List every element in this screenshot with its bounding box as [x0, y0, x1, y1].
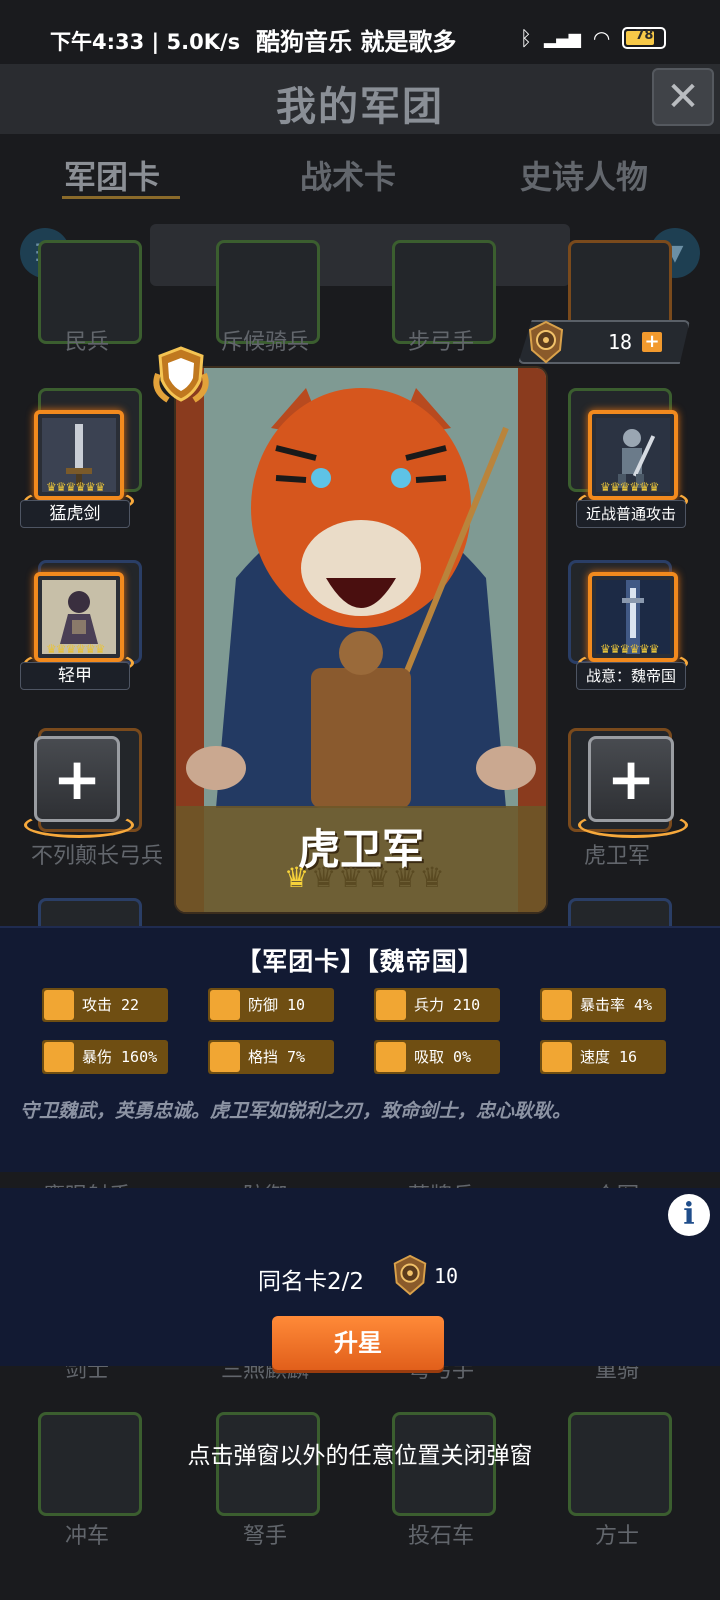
- stat-defense: 防御 10: [208, 988, 334, 1022]
- stat-crit-rate-text: 暴击率 4%: [580, 996, 653, 1014]
- heart-icon: [376, 990, 406, 1020]
- card-description: 守卫魏武，英勇忠诚。虎卫军如锐利之刃，致命剑士，忠心耿耿。: [20, 1100, 572, 1122]
- shield-badge-icon: [153, 346, 209, 403]
- grid-label: 冲车: [64, 1524, 109, 1549]
- equip-label-armor: 轻甲: [20, 662, 130, 690]
- currency-count: 18: [608, 330, 633, 354]
- bluetooth-icon: ᛒ: [520, 26, 532, 50]
- currency-counter: 18 +: [518, 320, 690, 364]
- equip-slot-armor[interactable]: ♛♛♛♛♛♛: [34, 572, 124, 662]
- star-up-cost: 10: [434, 1264, 459, 1288]
- close-button[interactable]: ✕: [652, 68, 714, 126]
- slot-glow: [578, 812, 688, 838]
- battery-percent: 78: [635, 28, 654, 43]
- stat-crit-damage: 暴伤 160%: [42, 1040, 168, 1074]
- crown-filled-icon: ♛: [284, 861, 310, 894]
- status-time: 下午4:33 | 5.0K/s: [50, 30, 241, 54]
- boot-icon: [542, 1042, 572, 1072]
- equip-slot-weapon[interactable]: ♛♛♛♛♛♛: [34, 410, 124, 500]
- block-shield-icon: [210, 1042, 240, 1072]
- stat-block: 格挡 7%: [208, 1040, 334, 1074]
- crown-empty-icon: ♛: [338, 861, 364, 894]
- equip-label-attack: 近战普通攻击: [576, 500, 686, 528]
- tab-bar: 军团卡 战术卡 史诗人物: [0, 140, 720, 220]
- crown-empty-icon: ♛: [419, 861, 445, 894]
- grid-label: 虎卫军: [583, 844, 650, 869]
- card-info-panel: 【军团卡】【魏帝国】 攻击 22 防御 10 兵力 210 暴击率 4% 暴伤 …: [0, 926, 720, 1172]
- add-slot-left[interactable]: +: [34, 736, 120, 822]
- slot-glow: [24, 812, 134, 838]
- plus-icon: +: [606, 745, 656, 813]
- page-title: 我的军团: [276, 84, 444, 130]
- sword-icon: [44, 990, 74, 1020]
- card-type-heading: 【军团卡】【魏帝国】: [236, 947, 484, 976]
- equip-slot-attack[interactable]: ♛♛♛♛♛♛: [588, 410, 678, 500]
- grid-label: 弩手: [242, 1524, 287, 1549]
- card-star-rating: ♛ ♛ ♛ ♛ ♛ ♛: [284, 864, 445, 892]
- status-icons: ᛒ ▂▄▆ ◠ 78: [520, 26, 667, 50]
- stat-block-text: 格挡 7%: [248, 1048, 306, 1066]
- legion-card: 虎卫军 ♛ ♛ ♛ ♛ ♛ ♛: [176, 368, 546, 912]
- info-icon[interactable]: i: [668, 1194, 710, 1236]
- active-tab-underline: [62, 196, 180, 199]
- add-slot-right[interactable]: +: [588, 736, 674, 822]
- stat-speed-text: 速度 16: [580, 1048, 638, 1066]
- tab-legion-cards[interactable]: 军团卡: [64, 152, 160, 198]
- grid-label: 不列颠长弓兵: [30, 844, 163, 869]
- burst-icon: [44, 1042, 74, 1072]
- duplicate-card-count: 同名卡2/2: [258, 1269, 365, 1295]
- drain-icon: [376, 1042, 406, 1072]
- equip-label-morale: 战意：魏帝国: [576, 662, 686, 690]
- plus-icon[interactable]: +: [642, 332, 662, 352]
- plus-icon: +: [52, 745, 102, 813]
- grid-label: 投石车: [407, 1524, 474, 1549]
- tab-tactic-cards[interactable]: 战术卡: [300, 152, 396, 198]
- grid-label: 方士: [594, 1524, 639, 1549]
- star-up-button[interactable]: 升星: [272, 1316, 444, 1370]
- stat-crit-rate: 暴击率 4%: [540, 988, 666, 1022]
- close-popup-hint: 点击弹窗以外的任意位置关闭弹窗: [187, 1443, 533, 1469]
- crown-empty-icon: ♛: [311, 861, 337, 894]
- stat-troops: 兵力 210: [374, 988, 500, 1022]
- status-notification: 酷狗音乐 就是歌多: [256, 28, 457, 56]
- crown-empty-icon: ♛: [392, 861, 418, 894]
- equip-slot-morale[interactable]: ♛♛♛♛♛♛: [588, 572, 678, 662]
- crest-medal-icon: [393, 1254, 427, 1296]
- stat-troops-text: 兵力 210: [414, 996, 481, 1014]
- target-icon: [542, 990, 572, 1020]
- grid-label: 民兵: [64, 330, 109, 355]
- crown-empty-icon: ♛: [365, 861, 391, 894]
- search-input[interactable]: [150, 224, 570, 286]
- signal-icon: ▂▄▆: [544, 28, 581, 48]
- wifi-icon: ◠: [592, 26, 611, 50]
- status-bar: 下午4:33 | 5.0K/s 酷狗音乐 就是歌多 ᛒ ▂▄▆ ◠ 78: [0, 0, 720, 64]
- shield-icon: [210, 990, 240, 1020]
- stat-attack: 攻击 22: [42, 988, 168, 1022]
- stat-defense-text: 防御 10: [248, 996, 306, 1014]
- close-icon: ✕: [666, 74, 700, 120]
- stat-crit-damage-text: 暴伤 160%: [82, 1048, 158, 1066]
- stat-drain: 吸取 0%: [374, 1040, 500, 1074]
- crest-medal-icon: [528, 320, 564, 364]
- stat-speed: 速度 16: [540, 1040, 666, 1074]
- battery-icon: 78: [622, 27, 667, 49]
- tab-epic-characters[interactable]: 史诗人物: [520, 152, 648, 198]
- grid-label: 步弓手: [407, 330, 474, 355]
- stat-drain-text: 吸取 0%: [414, 1048, 472, 1066]
- equip-label-weapon: 猛虎剑: [20, 500, 130, 528]
- stat-attack-text: 攻击 22: [82, 996, 140, 1014]
